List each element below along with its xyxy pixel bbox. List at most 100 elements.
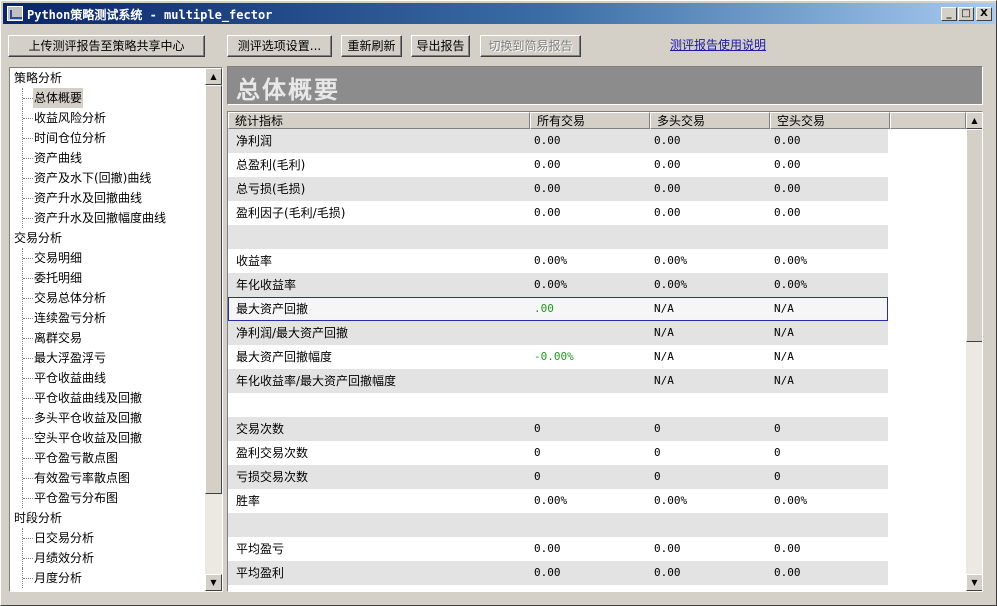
- tree-item[interactable]: 交易明细: [10, 248, 206, 268]
- tree-item[interactable]: 资产曲线: [10, 148, 206, 168]
- table-row[interactable]: 最大资产回撤幅度 -0.00% N/A N/A: [228, 345, 888, 369]
- table-row[interactable]: [228, 513, 888, 537]
- close-button[interactable]: X: [976, 7, 992, 21]
- scroll-thumb[interactable]: [205, 85, 222, 494]
- grid-scroll-thumb[interactable]: [966, 129, 982, 342]
- long-trades-cell: 0.00%: [654, 278, 688, 291]
- table-row[interactable]: 年化收益率/最大资产回撤幅度 N/A N/A: [228, 369, 888, 393]
- tree-item[interactable]: 空头平仓收益及回撤: [10, 428, 206, 448]
- tree-connector-branch: [23, 578, 33, 579]
- all-trades-cell: 0: [534, 422, 541, 435]
- table-row[interactable]: 平均盈利 0.00 0.00 0.00: [228, 561, 888, 585]
- short-trades-cell: N/A: [774, 350, 794, 363]
- tree-item[interactable]: 交易总体分析: [10, 288, 206, 308]
- grid-scroll-up-icon[interactable]: ▲: [966, 112, 982, 129]
- long-trades-cell: 0.00: [654, 158, 681, 171]
- tree-item[interactable]: 资产升水及回撤曲线: [10, 188, 206, 208]
- all-trades-cell: -0.00%: [534, 350, 574, 363]
- tree-item[interactable]: 平仓收益曲线及回撤: [10, 388, 206, 408]
- upload-report-button[interactable]: 上传测评报告至策略共享中心: [8, 35, 205, 57]
- tree-connector-branch: [23, 478, 33, 479]
- table-row[interactable]: 收益率 0.00% 0.00% 0.00%: [228, 249, 888, 273]
- table-row[interactable]: 亏损交易次数 0 0 0: [228, 465, 888, 489]
- tree-item[interactable]: 收益风险分析: [10, 108, 206, 128]
- tree-item-label: 资产曲线: [34, 151, 83, 165]
- table-row[interactable]: [228, 393, 888, 417]
- sidebar-tree[interactable]: 策略分析 总体概要 收益风险分析 时间仓位分析 资产曲线 资产及水下(回撤)曲线 资产升水及…: [9, 67, 223, 592]
- tree-item[interactable]: 月度分析: [10, 568, 206, 588]
- table-row[interactable]: [228, 225, 888, 249]
- tree-item[interactable]: 平仓收益曲线: [10, 368, 206, 388]
- table-row[interactable]: 总盈利(毛利) 0.00 0.00 0.00: [228, 153, 888, 177]
- sidebar-scrollbar[interactable]: ▲ ▼: [205, 68, 222, 591]
- table-row[interactable]: 最大资产回撤 .00 N/A N/A: [228, 297, 888, 321]
- title-bar[interactable]: Python策略测试系统 - multiple_fector _ □ X: [3, 3, 995, 24]
- tree-item[interactable]: 平仓盈亏分布图: [10, 488, 206, 508]
- tree-connector-branch: [23, 118, 33, 119]
- tree-item-label: 空头平仓收益及回撤: [34, 431, 143, 445]
- table-row[interactable]: 总亏损(毛损) 0.00 0.00 0.00: [228, 177, 888, 201]
- tree-category[interactable]: 交易分析: [10, 228, 206, 248]
- tree-category-label: 策略分析: [14, 71, 63, 85]
- maximize-button[interactable]: □: [958, 7, 974, 21]
- column-header-short[interactable]: 空头交易: [770, 112, 890, 129]
- tree-item[interactable]: 总体概要: [10, 88, 206, 108]
- refresh-button[interactable]: 重新刷新: [341, 35, 402, 57]
- page-title: 总体概要: [236, 76, 340, 104]
- tree-item[interactable]: 多头平仓收益及回撤: [10, 408, 206, 428]
- tree-item[interactable]: 离群交易: [10, 328, 206, 348]
- tree-item[interactable]: 平仓盈亏散点图: [10, 448, 206, 468]
- table-row[interactable]: 交易次数 0 0 0: [228, 417, 888, 441]
- table-row[interactable]: 净利润 0.00 0.00 0.00: [228, 129, 888, 153]
- tree-connector-branch: [23, 498, 33, 499]
- column-header-all[interactable]: 所有交易: [530, 112, 650, 129]
- minimize-button[interactable]: _: [941, 7, 957, 21]
- column-header-metric[interactable]: 统计指标: [228, 112, 530, 129]
- table-row[interactable]: 盈利因子(毛利/毛损) 0.00 0.00 0.00: [228, 201, 888, 225]
- grid-scroll-down-icon[interactable]: ▼: [966, 574, 982, 591]
- all-trades-cell: 0.00: [534, 542, 561, 555]
- tree-item[interactable]: 最大浮盈浮亏: [10, 348, 206, 368]
- tree-item[interactable]: 资产升水及回撤幅度曲线: [10, 208, 206, 228]
- scroll-up-icon[interactable]: ▲: [205, 68, 222, 85]
- switch-simple-report-button[interactable]: 切换到简易报告: [480, 35, 581, 57]
- table-row[interactable]: 胜率 0.00% 0.00% 0.00%: [228, 489, 888, 513]
- tree-item[interactable]: 资产及水下(回撤)曲线: [10, 168, 206, 188]
- export-report-button[interactable]: 导出报告: [411, 35, 470, 57]
- tree-item[interactable]: 连续盈亏分析: [10, 308, 206, 328]
- help-link[interactable]: 测评报告使用说明: [670, 36, 766, 53]
- column-header-long[interactable]: 多头交易: [650, 112, 770, 129]
- table-row[interactable]: 平均盈亏 0.00 0.00 0.00: [228, 537, 888, 561]
- tree-connector-branch: [23, 558, 33, 559]
- metric-name-cell: 总盈利(毛利): [236, 158, 306, 172]
- tree-item-label: 时间仓位分析: [34, 131, 107, 145]
- window-title: Python策略测试系统 - multiple_fector: [27, 8, 273, 22]
- table-row[interactable]: [228, 585, 888, 591]
- table-row[interactable]: 净利润/最大资产回撤 N/A N/A: [228, 321, 888, 345]
- all-trades-cell: 0: [534, 446, 541, 459]
- tree-item[interactable]: 有效盈亏率散点图: [10, 468, 206, 488]
- tree-item-label: 月绩效分析: [34, 551, 95, 565]
- tree-item[interactable]: 委托明细: [10, 268, 206, 288]
- tree-item[interactable]: 月绩效分析: [10, 548, 206, 568]
- settings-button[interactable]: 测评选项设置...: [227, 35, 332, 57]
- summary-grid[interactable]: 统计指标 所有交易 多头交易 空头交易 净利润 0.00 0.00 0.00 总盈利(毛…: [227, 111, 983, 592]
- tree-connector-branch: [23, 138, 33, 139]
- tree-item-label: 平仓盈亏散点图: [34, 451, 119, 465]
- metric-name-cell: 盈利因子(毛利/毛损): [236, 206, 346, 220]
- tree-item-label: 资产升水及回撤曲线: [34, 191, 143, 205]
- scroll-down-icon[interactable]: ▼: [205, 574, 222, 591]
- page-header: 总体概要: [227, 66, 983, 105]
- tree-item[interactable]: 时间仓位分析: [10, 128, 206, 148]
- table-row[interactable]: 年化收益率 0.00% 0.00% 0.00%: [228, 273, 888, 297]
- tree-connector-branch: [23, 358, 33, 359]
- long-trades-cell: 0.00: [654, 134, 681, 147]
- grid-scrollbar[interactable]: ▲ ▼: [966, 112, 982, 591]
- metric-name-cell: 年化收益率: [236, 278, 297, 292]
- tree-item-label: 收益风险分析: [34, 111, 107, 125]
- tree-item-label: 多头平仓收益及回撤: [34, 411, 143, 425]
- tree-category[interactable]: 策略分析: [10, 68, 206, 88]
- tree-item[interactable]: 日交易分析: [10, 528, 206, 548]
- table-row[interactable]: 盈利交易次数 0 0 0: [228, 441, 888, 465]
- tree-category[interactable]: 时段分析: [10, 508, 206, 528]
